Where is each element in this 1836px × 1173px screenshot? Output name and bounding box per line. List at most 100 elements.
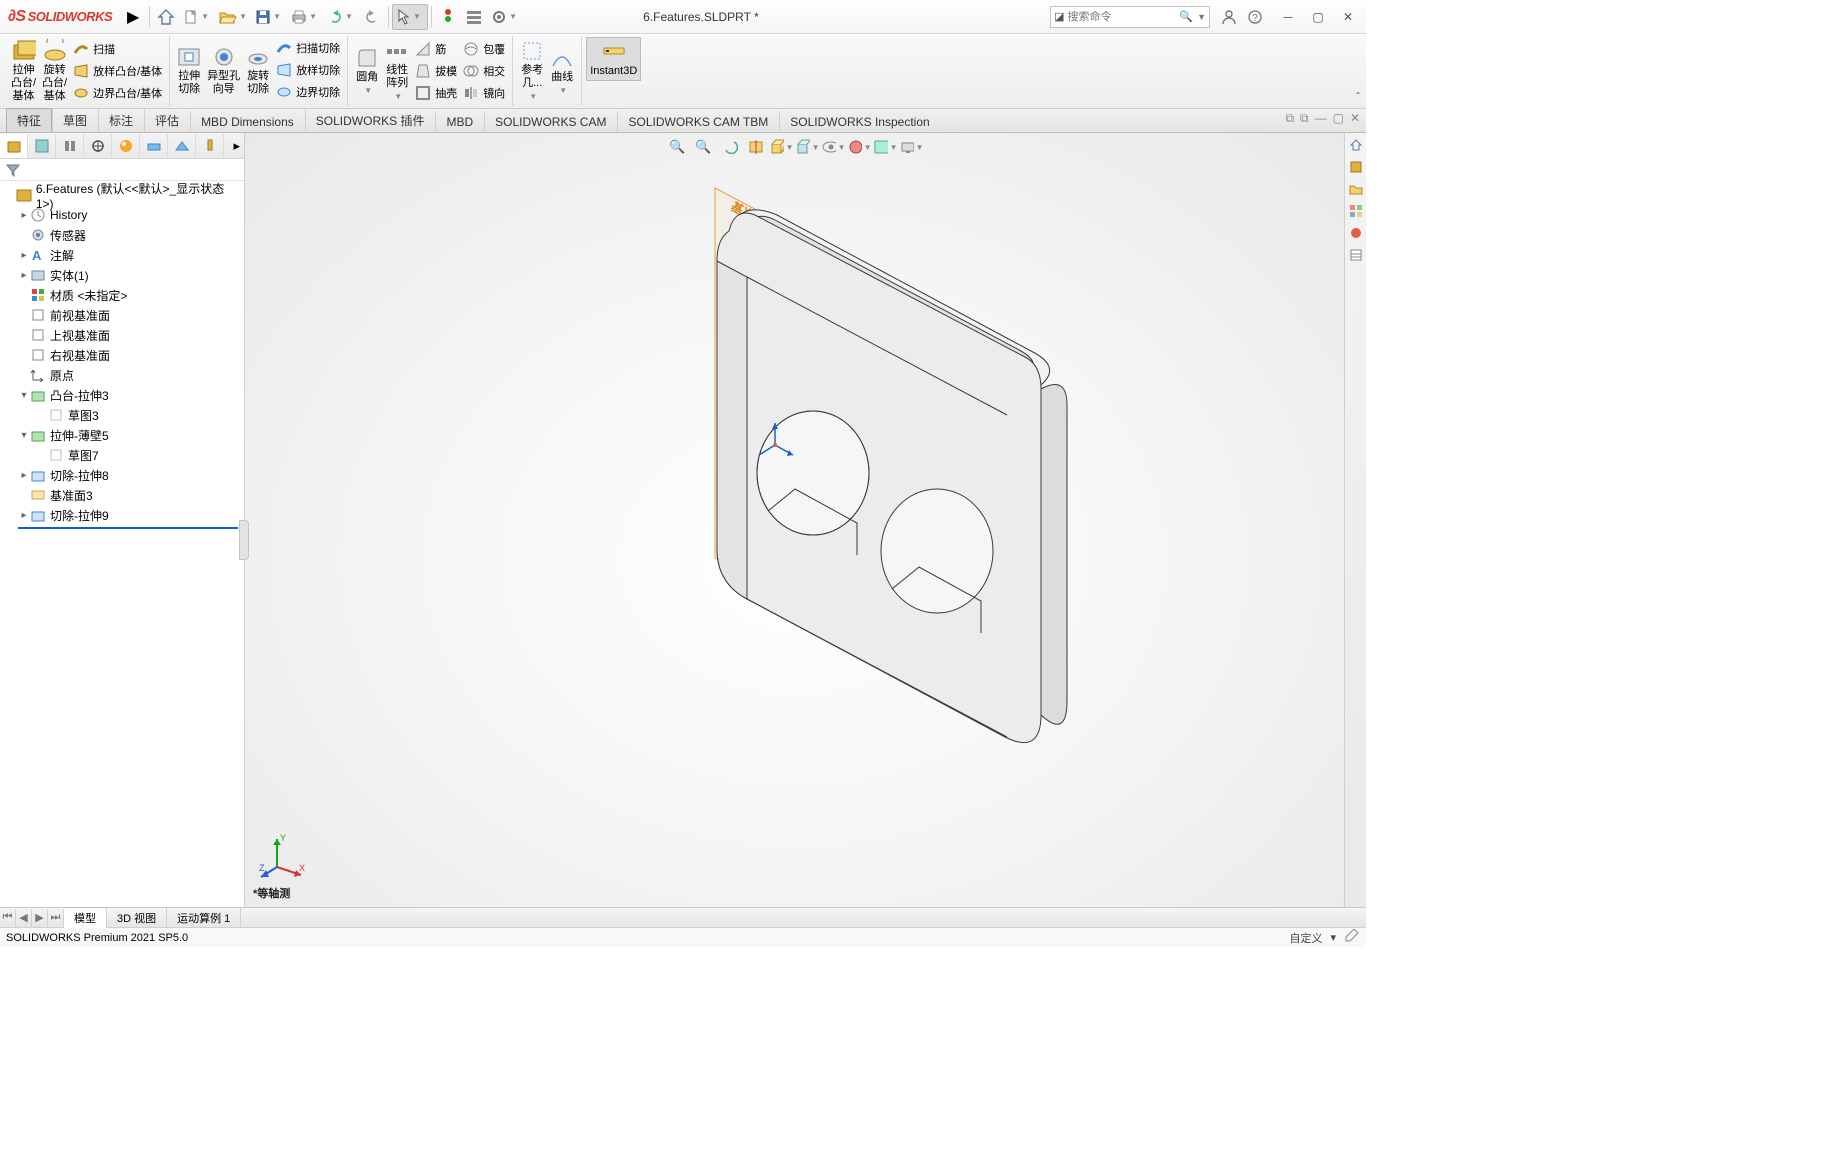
doc-close-icon[interactable]: ✕: [1350, 111, 1360, 126]
previous-view-icon[interactable]: [718, 136, 742, 158]
open-file-button[interactable]: ▼: [215, 4, 251, 30]
view-settings-icon[interactable]: ▼: [900, 136, 924, 158]
extrude-cut-button[interactable]: 拉伸 切除: [174, 43, 204, 98]
doc-popout-icon[interactable]: ⧉: [1300, 111, 1309, 126]
tab-sw-addins[interactable]: SOLIDWORKS 插件: [305, 108, 436, 132]
draft-button[interactable]: 拔模: [412, 60, 460, 82]
save-button[interactable]: ▼: [251, 4, 287, 30]
tree-plane3[interactable]: 基准面3: [0, 485, 244, 505]
tree-right-plane[interactable]: 右视基准面: [0, 345, 244, 365]
display-manager-tab-icon[interactable]: [112, 134, 140, 158]
feature-tree-tab-icon[interactable]: [0, 134, 28, 158]
boundary-boss-button[interactable]: 边界凸台/基体: [70, 82, 165, 104]
sweep-button[interactable]: 扫描: [70, 38, 165, 60]
tree-cut-extrude8[interactable]: ▸切除-拉伸8: [0, 465, 244, 485]
bottom-tab-model[interactable]: 模型: [64, 907, 107, 928]
window-maximize-button[interactable]: ▢: [1304, 6, 1332, 28]
ribbon-collapse-icon[interactable]: ˆ: [1356, 90, 1360, 104]
tabnav-next-icon[interactable]: ▶: [32, 909, 48, 927]
tree-sketch7[interactable]: 草图7: [0, 445, 244, 465]
tab-features[interactable]: 特征: [6, 108, 52, 132]
tab-sw-cam[interactable]: SOLIDWORKS CAM: [484, 111, 617, 132]
new-file-button[interactable]: ▼: [179, 4, 215, 30]
traffic-light-icon[interactable]: [435, 4, 461, 30]
tab-annotate[interactable]: 标注: [98, 108, 144, 132]
window-minimize-button[interactable]: ─: [1274, 6, 1302, 28]
doc-minimize-icon[interactable]: —: [1315, 111, 1327, 126]
tree-sketch3[interactable]: 草图3: [0, 405, 244, 425]
taskpane-file-explorer-icon[interactable]: [1346, 179, 1366, 199]
doc-restore-icon[interactable]: ⧉: [1285, 111, 1294, 126]
search-icon[interactable]: 🔍: [1178, 10, 1195, 23]
view-orientation-icon[interactable]: ▼: [770, 136, 794, 158]
panel-overflow-icon[interactable]: ▸: [224, 134, 244, 158]
taskpane-home-icon[interactable]: [1346, 135, 1366, 155]
tab-sw-cam-tbm[interactable]: SOLIDWORKS CAM TBM: [617, 111, 779, 132]
tree-extrude-thin5[interactable]: ▾拉伸-薄壁5: [0, 425, 244, 445]
graphics-viewport[interactable]: 🔍 🔍 ▼ ▼ ▼ ▼ ▼ ▼ 基准面3: [245, 133, 1344, 907]
tab-sketch[interactable]: 草图: [52, 108, 98, 132]
tree-top-plane[interactable]: 上视基准面: [0, 325, 244, 345]
dimxpert-tab-icon[interactable]: [84, 134, 112, 158]
tree-filter-icon[interactable]: [0, 159, 244, 181]
section-view-icon[interactable]: [744, 136, 768, 158]
status-edit-icon[interactable]: [1344, 929, 1360, 946]
revolve-boss-button[interactable]: 旋转 凸台/ 基体: [39, 37, 70, 105]
tree-rollback-bar[interactable]: [18, 527, 238, 529]
linear-pattern-button[interactable]: 线性 阵列▼: [382, 37, 412, 105]
instant3d-button[interactable]: Instant3D: [586, 37, 641, 81]
settings-gear-icon[interactable]: ▼: [487, 4, 523, 30]
apply-scene-icon[interactable]: ▼: [874, 136, 898, 158]
taskpane-view-palette-icon[interactable]: [1346, 201, 1366, 221]
undo-button[interactable]: ▼: [323, 4, 359, 30]
taskpane-library-icon[interactable]: [1346, 157, 1366, 177]
mirror-button[interactable]: 镜向: [460, 82, 508, 104]
config-manager-tab-icon[interactable]: [56, 134, 84, 158]
status-custom-label[interactable]: 自定义: [1289, 930, 1322, 946]
tree-material[interactable]: 材质 <未指定>: [0, 285, 244, 305]
tab-sw-inspection[interactable]: SOLIDWORKS Inspection: [779, 111, 940, 132]
tree-front-plane[interactable]: 前视基准面: [0, 305, 244, 325]
hole-wizard-button[interactable]: 异型孔 向导: [204, 43, 243, 98]
orientation-triad[interactable]: Y X Z: [259, 831, 307, 879]
home-icon[interactable]: [153, 4, 179, 30]
tree-cut-extrude9[interactable]: ▸切除-拉伸9: [0, 505, 244, 525]
extrude-boss-button[interactable]: 拉伸 凸台/ 基体: [8, 37, 39, 105]
curves-button[interactable]: 曲线▼: [547, 44, 577, 99]
wrap-button[interactable]: 包覆: [460, 38, 508, 60]
boundary-cut-button[interactable]: 边界切除: [273, 81, 343, 103]
login-icon[interactable]: [1216, 4, 1242, 30]
zoom-area-icon[interactable]: 🔍: [692, 136, 716, 158]
hide-show-icon[interactable]: ▼: [822, 136, 846, 158]
taskpane-appearances-icon[interactable]: [1346, 223, 1366, 243]
shell-button[interactable]: 抽壳: [412, 82, 460, 104]
print-button[interactable]: ▼: [287, 4, 323, 30]
rib-button[interactable]: 筋: [412, 38, 460, 60]
tree-origin[interactable]: 原点: [0, 365, 244, 385]
revolve-cut-button[interactable]: 旋转 切除: [243, 43, 273, 98]
cam-tree-tab-icon[interactable]: [140, 134, 168, 158]
display-style-icon[interactable]: ▼: [796, 136, 820, 158]
play-icon[interactable]: ▶: [120, 4, 146, 30]
cam-op-tab-icon[interactable]: [168, 134, 196, 158]
property-manager-tab-icon[interactable]: [28, 134, 56, 158]
tree-annotations[interactable]: ▸A注解: [0, 245, 244, 265]
help-icon[interactable]: ?: [1242, 4, 1268, 30]
tree-solid-bodies[interactable]: ▸实体(1): [0, 265, 244, 285]
zoom-fit-icon[interactable]: 🔍: [666, 136, 690, 158]
intersect-button[interactable]: 相交: [460, 60, 508, 82]
search-field[interactable]: [1068, 11, 1178, 23]
command-search-input[interactable]: ◪ 🔍 ▼: [1050, 6, 1210, 28]
select-tool-button[interactable]: ▼: [392, 4, 428, 30]
tab-evaluate[interactable]: 评估: [144, 108, 190, 132]
tabnav-prev-icon[interactable]: ◀: [16, 909, 32, 927]
loft-cut-button[interactable]: 放样切除: [273, 59, 343, 81]
tab-mbd-dimensions[interactable]: MBD Dimensions: [190, 111, 305, 132]
tree-root[interactable]: 6.Features (默认<<默认>_显示状态 1>): [0, 185, 244, 205]
bottom-tab-3dview[interactable]: 3D 视图: [107, 908, 167, 928]
sweep-cut-button[interactable]: 扫描切除: [273, 37, 343, 59]
redo-button[interactable]: [359, 4, 385, 30]
search-dropdown-icon[interactable]: ▼: [1194, 12, 1209, 22]
tabnav-first-icon[interactable]: ⏮: [0, 909, 16, 927]
options-icon[interactable]: [461, 4, 487, 30]
